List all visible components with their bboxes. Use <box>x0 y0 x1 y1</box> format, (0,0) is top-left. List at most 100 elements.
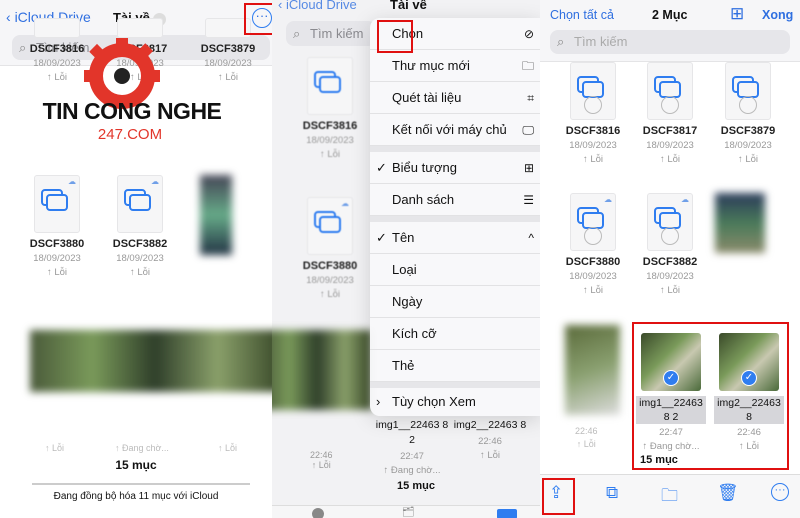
grid-icon: ⊞ <box>523 161 534 175</box>
file-status: ↑ Lỗi <box>659 154 681 165</box>
chevron-right-icon: › <box>376 394 381 409</box>
blurred-thumbnails <box>272 330 372 410</box>
file-item[interactable]: ☁ DSCF3880 18/09/2023 ↑ Lỗi <box>555 193 631 296</box>
menu-item[interactable]: ✓ Tên ^ <box>370 222 540 254</box>
watermark-logo: TIN CONG NGHE 247.COM <box>43 38 240 148</box>
file-status: ↑ Lỗi <box>46 267 68 278</box>
highlight-selected-items <box>632 322 789 470</box>
menu-item[interactable]: ✓ Biểu tượng ⊞ <box>370 152 540 184</box>
file-thumbnail: ☁ <box>307 197 353 255</box>
item-count: 15 mục <box>397 480 435 492</box>
file-thumbnail <box>117 18 163 38</box>
file-item[interactable]: img1__22463 8 2 22:47 ↑ Đang chờ... <box>372 418 452 476</box>
page-title: Tài về <box>390 0 427 12</box>
file-status: ↑ Lỗi <box>659 285 681 296</box>
blurred-thumbnail <box>200 175 232 255</box>
files-panel-select: Chọn tất cả 2 Mục ⊞ Xong ⌕ Tìm kiếm DSCF3… <box>540 0 800 518</box>
tab-recents-icon[interactable] <box>312 508 324 518</box>
file-thumbnail <box>34 18 80 38</box>
menu-item[interactable]: Thẻ <box>370 350 540 382</box>
file-status: ↑ Lỗi <box>129 267 151 278</box>
file-item[interactable]: DSCF3817 18/09/2023 ↑ Lỗi <box>632 62 708 165</box>
blurred-item-meta: 22:46 ↑ Lỗi <box>575 426 598 449</box>
file-status: ↑ Lỗi <box>582 154 604 165</box>
sync-progress-bar <box>32 483 250 485</box>
file-thumbnail: ☁ <box>117 175 163 233</box>
tab-browse-icon[interactable] <box>497 509 517 518</box>
selection-circle[interactable] <box>739 96 757 114</box>
cloud-icon: ☁ <box>604 195 612 204</box>
file-name: DSCF3880 <box>29 238 85 250</box>
highlight-more-button <box>244 3 272 35</box>
file-item[interactable]: ☁ DSCF3880 18/09/2023 ↑ Lỗi <box>292 197 368 300</box>
files-panel-menu: ‹ iCloud Drive Tài về ⌕ Tìm kiếm DSCF3816… <box>272 0 540 518</box>
selection-circle[interactable] <box>661 227 679 245</box>
file-name: img1__22463 8 2 <box>375 419 449 446</box>
file-name: img2__22463 8 <box>453 419 527 431</box>
file-status: ↑ Đang chờ... <box>383 465 441 476</box>
files-panel-browse: ‹ iCloud Drive Tài về ⌄ ··· ⌕Tìm kiếm DS… <box>0 0 272 518</box>
file-item[interactable]: DSCF3816 18/09/2023 ↑ Lỗi <box>555 62 631 165</box>
menu-item[interactable]: Thư mục mới 🗀 <box>370 50 540 82</box>
item-count: 15 mục <box>115 458 157 472</box>
tab-shared-icon[interactable]: 🗂 <box>402 507 415 518</box>
file-item[interactable]: img2__22463 8 22:46 ↑ Lỗi <box>450 418 530 461</box>
grid-view-icon[interactable]: ⊞ <box>730 4 744 24</box>
search-input[interactable]: ⌕ Tìm kiếm <box>550 30 790 54</box>
server-icon: 🖵 <box>522 123 534 137</box>
blurred-thumbnails <box>30 330 272 392</box>
move-folder-icon[interactable]: 🗀 <box>661 483 678 512</box>
file-item[interactable]: ☁ DSCF3880 18/09/2023 ↑ Lỗi <box>19 175 95 278</box>
cloud-icon: ☁ <box>68 177 76 186</box>
file-name: DSCF3882 <box>112 238 168 250</box>
trash-icon[interactable]: 🗑 <box>717 483 739 503</box>
checkmark-icon: ✓ <box>376 160 387 175</box>
file-date: 18/09/2023 <box>33 253 81 264</box>
bg-item-meta: 22:46 ↑ Lỗi <box>310 450 333 470</box>
search-input[interactable]: ⌕ Tìm kiếm <box>286 21 376 46</box>
file-status: ↑ Lỗi <box>479 450 501 461</box>
menu-item[interactable]: Kết nối với máy chủ 🖵 <box>370 114 540 146</box>
file-name: DSCF3816 <box>565 125 621 137</box>
select-all-button[interactable]: Chọn tất cả <box>550 8 614 22</box>
selection-circle[interactable] <box>584 227 602 245</box>
menu-item[interactable]: Ngày <box>370 286 540 318</box>
file-status: ↑ Lỗi <box>582 285 604 296</box>
file-date: 18/09/2023 <box>116 253 164 264</box>
file-date: 18/09/2023 <box>569 271 617 282</box>
selection-circle[interactable] <box>661 96 679 114</box>
file-name: DSCF3817 <box>642 125 698 137</box>
file-item[interactable]: DSCF3879 18/09/2023 ↑ Lỗi <box>710 62 786 165</box>
file-item[interactable]: DSCF3816 18/09/2023 ↑ Lỗi <box>292 57 368 160</box>
menu-item[interactable]: › Tùy chọn Xem <box>370 388 540 416</box>
back-button[interactable]: ‹ iCloud Drive <box>278 0 357 12</box>
menu-item[interactable]: Danh sách ☰ <box>370 184 540 216</box>
file-date: 18/09/2023 <box>569 140 617 151</box>
blurred-thumbnail <box>715 193 765 253</box>
file-thumbnail: ☁ <box>647 193 693 251</box>
more-icon[interactable]: ··· <box>771 483 789 501</box>
file-item[interactable]: ☁ DSCF3882 18/09/2023 ↑ Lỗi <box>632 193 708 296</box>
nav-header: Chọn tất cả 2 Mục ⊞ Xong ⌕ Tìm kiếm <box>540 0 800 62</box>
folder-plus-icon: 🗀 <box>521 59 534 73</box>
file-date: 18/09/2023 <box>724 140 772 151</box>
file-date: 18/09/2023 <box>646 140 694 151</box>
menu-item[interactable]: Loại <box>370 254 540 286</box>
highlight-select-item <box>377 20 413 53</box>
context-menu: Chọn ⊘ Thư mục mới 🗀 Quét tài liệu ⌗ Kết nối v… <box>370 18 540 416</box>
selection-circle[interactable] <box>584 96 602 114</box>
file-item[interactable]: ☁ DSCF3882 18/09/2023 ↑ Lỗi <box>102 175 178 278</box>
sync-status: Đang đồng bộ hóa 11 mục với iCloud <box>53 491 219 502</box>
duplicate-icon[interactable]: ⧉ <box>606 483 618 503</box>
menu-item[interactable]: Quét tài liệu ⌗ <box>370 82 540 114</box>
checkmark-circle-icon: ⊘ <box>523 27 534 41</box>
file-thumbnail <box>725 62 771 120</box>
file-thumbnail <box>647 62 693 120</box>
search-icon: ⌕ <box>293 26 301 41</box>
menu-item[interactable]: Kích cỡ <box>370 318 540 350</box>
done-button[interactable]: Xong <box>762 8 793 22</box>
chevron-up-icon: ^ <box>528 231 534 245</box>
file-thumbnail <box>570 62 616 120</box>
cloud-icon: ☁ <box>151 177 159 186</box>
cloud-icon: ☁ <box>681 195 689 204</box>
